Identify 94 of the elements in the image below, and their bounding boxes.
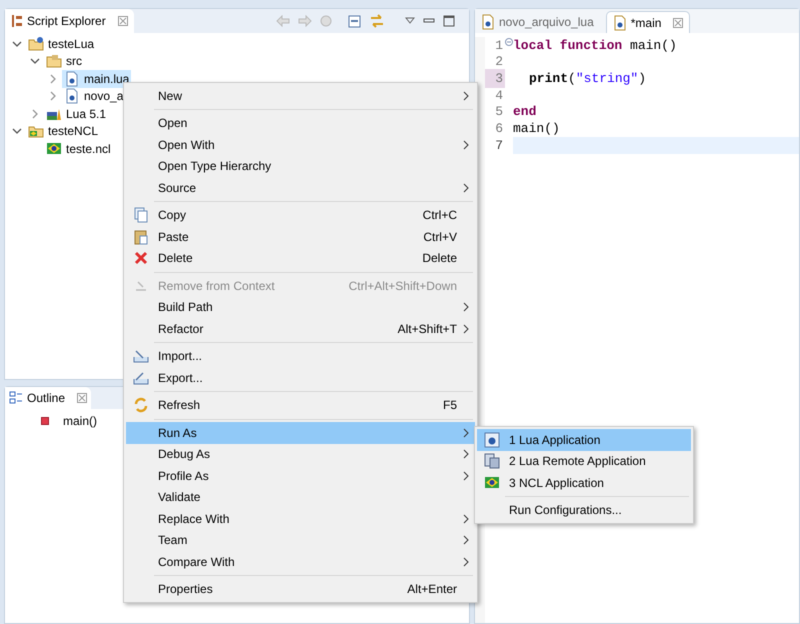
menu-item[interactable]: Debug As xyxy=(126,444,475,465)
menu-item[interactable]: Refresh F5 xyxy=(126,394,475,416)
method-icon xyxy=(41,417,49,425)
menu-item[interactable]: Delete Delete xyxy=(126,248,475,269)
tree-item[interactable]: teste.ncl xyxy=(44,140,113,158)
folder-icon xyxy=(28,36,44,52)
tree-item[interactable]: novo_a xyxy=(62,87,126,106)
menu-item[interactable]: Export... xyxy=(126,367,475,388)
menu-item[interactable]: Replace With xyxy=(126,508,475,530)
code-line: local function main() xyxy=(513,37,677,54)
line-number: 1 xyxy=(494,36,504,55)
chevron-right-icon xyxy=(463,470,469,481)
menu-item[interactable]: Open Type Hierarchy xyxy=(126,156,475,177)
tab-label: *main xyxy=(630,14,662,32)
menu-item[interactable]: Copy Ctrl+C xyxy=(126,204,475,226)
close-icon[interactable] xyxy=(118,16,128,26)
line-number: 4 xyxy=(494,86,504,105)
line-number: 7 xyxy=(494,136,504,155)
chevron-right-icon xyxy=(463,514,469,524)
chevron-right-icon xyxy=(463,324,469,334)
tree-item[interactable]: main.lua xyxy=(62,70,132,88)
folder-icon xyxy=(46,53,62,70)
editor-tab[interactable]: novo_arquivo_lua xyxy=(475,11,600,33)
tree-item[interactable]: testeNCL xyxy=(26,122,100,140)
import-icon xyxy=(133,348,149,364)
servers-icon xyxy=(484,453,500,470)
menu-item[interactable]: Import... xyxy=(126,346,475,367)
chevron-right-icon xyxy=(463,140,469,150)
code-line: print("string") xyxy=(528,70,646,88)
line-number: 3 xyxy=(485,68,505,88)
menu-item[interactable]: Open With xyxy=(126,134,475,156)
view-menu-icon[interactable] xyxy=(405,17,415,25)
file-icon xyxy=(481,14,495,30)
menu-item[interactable]: Open xyxy=(126,112,475,134)
menu-item[interactable]: 3 NCL Application xyxy=(477,472,691,494)
forward-arrow-icon[interactable] xyxy=(298,15,312,27)
menu-item[interactable]: Refactor Alt+Shift+T xyxy=(126,318,475,340)
tree-item[interactable]: testeLua xyxy=(26,34,96,53)
menu-item[interactable]: Run As xyxy=(126,422,475,444)
editor-tab[interactable]: *main xyxy=(606,11,690,33)
chevron-right-icon xyxy=(463,182,469,193)
menu-item[interactable]: Paste Ctrl+V xyxy=(126,226,475,248)
code-line: main() xyxy=(513,120,560,138)
menu-item: Remove from Context Ctrl+Alt+Shift+Down xyxy=(126,275,475,296)
menu-item[interactable]: Properties Alt+Enter xyxy=(126,578,475,600)
line-number: 6 xyxy=(494,120,504,138)
collapse-all-icon[interactable] xyxy=(348,14,361,28)
menu-item[interactable]: Source xyxy=(126,177,475,198)
chevron-right-icon xyxy=(463,556,469,567)
copy-icon xyxy=(133,207,149,224)
close-icon xyxy=(673,18,684,28)
back-arrow-icon[interactable] xyxy=(276,15,290,27)
up-icon[interactable] xyxy=(320,15,332,27)
menu-item[interactable]: Profile As xyxy=(126,465,475,486)
chevron-right-icon xyxy=(463,428,469,438)
line-number: 5 xyxy=(494,103,504,122)
menu-item[interactable]: 1 Lua Application xyxy=(477,429,691,450)
chevron-right-icon xyxy=(463,535,469,546)
chevron-right-icon xyxy=(463,449,469,460)
tree-item[interactable]: src xyxy=(44,52,84,70)
outline-icon xyxy=(9,391,23,405)
code-line: end xyxy=(513,104,536,120)
menu-item[interactable]: 2 Lua Remote Application xyxy=(477,450,691,472)
explorer-icon xyxy=(11,14,23,28)
menu-item[interactable]: Build Path xyxy=(126,296,475,318)
tab-label: novo_arquivo_lua xyxy=(499,14,594,31)
menu-item[interactable]: Compare With xyxy=(126,551,475,572)
close-icon[interactable] xyxy=(77,393,88,403)
chevron-right-icon xyxy=(463,302,469,312)
fold-icon xyxy=(505,38,513,46)
maximize-icon[interactable] xyxy=(443,15,455,27)
export-icon xyxy=(133,370,149,386)
view-tab[interactable]: Outline xyxy=(5,387,92,409)
delete-icon xyxy=(133,250,149,266)
view-title: Script Explorer xyxy=(27,13,106,30)
file-icon xyxy=(64,70,80,87)
flag-icon xyxy=(46,140,62,157)
view-tab[interactable]: Script Explorer xyxy=(5,9,134,33)
line-number: 2 xyxy=(494,53,504,72)
flag-icon xyxy=(484,474,500,491)
outline-item[interactable]: main() xyxy=(63,412,98,430)
chevron-right-icon xyxy=(463,90,469,101)
file-icon xyxy=(612,14,627,30)
menu-item[interactable]: Validate xyxy=(126,486,475,508)
menu-item[interactable]: Team xyxy=(126,530,475,551)
file-icon xyxy=(64,88,80,104)
tree-item[interactable]: Lua 5.1 xyxy=(44,104,108,123)
refresh-icon xyxy=(133,397,149,414)
menu-item[interactable]: Run Configurations... xyxy=(477,500,691,521)
menu-item[interactable]: New xyxy=(126,85,475,106)
view-title: Outline xyxy=(27,390,66,407)
clipboard-icon xyxy=(133,228,149,245)
link-icon[interactable] xyxy=(369,14,385,28)
window-icon xyxy=(484,432,500,448)
